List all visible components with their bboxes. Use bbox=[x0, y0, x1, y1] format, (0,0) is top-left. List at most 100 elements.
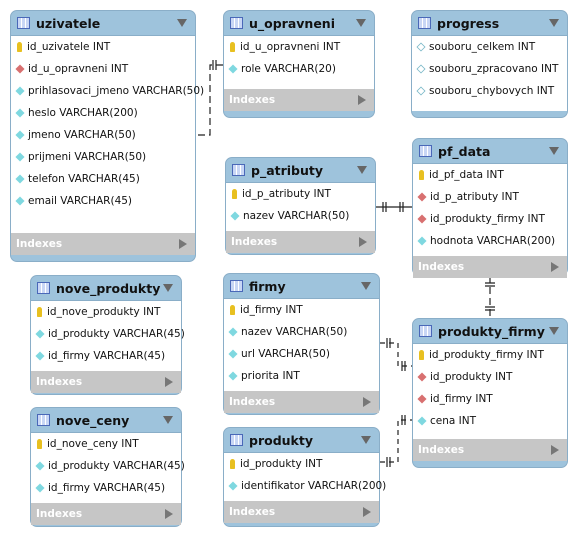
indexes-section[interactable]: Indexes bbox=[226, 231, 375, 253]
collapse-toggle-icon[interactable] bbox=[357, 166, 367, 174]
column-row[interactable]: id_pf_data INT bbox=[413, 164, 567, 186]
table-progress[interactable]: progress souboru_celkem INT souboru_zpra… bbox=[411, 10, 568, 118]
column-label: id_produkty_firmy INT bbox=[430, 213, 545, 225]
column-label: jmeno VARCHAR(50) bbox=[28, 129, 136, 141]
table-icon bbox=[230, 280, 243, 292]
table-nove-ceny[interactable]: nove_ceny id_nove_ceny INT id_produkty V… bbox=[30, 407, 185, 527]
column-row[interactable]: id_u_opravneni INT bbox=[224, 36, 374, 58]
table-pf-data[interactable]: pf_data id_pf_data INT id_p_atributy INT… bbox=[412, 138, 568, 278]
table-produkty[interactable]: produkty id_produkty INT identifikator V… bbox=[223, 427, 386, 527]
table-produkty-firmy[interactable]: produkty_firmy id_produkty_firmy INT id_… bbox=[412, 318, 568, 468]
column-row[interactable]: id_nove_ceny INT bbox=[31, 433, 181, 455]
expand-arrow-icon[interactable] bbox=[165, 377, 173, 387]
table-header[interactable]: uzivatele bbox=[11, 11, 195, 35]
collapse-toggle-icon[interactable] bbox=[177, 19, 187, 27]
collapse-toggle-icon[interactable] bbox=[549, 327, 559, 335]
column-row[interactable]: id_nove_produkty INT bbox=[31, 301, 181, 323]
column-row[interactable]: id_firmy VARCHAR(45) bbox=[31, 345, 181, 367]
indexes-section[interactable]: Indexes bbox=[31, 371, 181, 393]
column-row[interactable]: telefon VARCHAR(45) bbox=[11, 168, 195, 190]
collapse-toggle-icon[interactable] bbox=[549, 19, 559, 27]
link-firmy-produkty-firmy bbox=[380, 342, 412, 367]
indexes-label: Indexes bbox=[229, 396, 276, 408]
column-row[interactable]: id_firmy VARCHAR(45) bbox=[31, 477, 181, 499]
table-u-opravneni[interactable]: u_opravneni id_u_opravneni INT role VARC… bbox=[223, 10, 375, 118]
column-row[interactable]: id_produkty_firmy INT bbox=[413, 208, 567, 230]
column-row[interactable]: souboru_zpracovano INT bbox=[412, 58, 567, 80]
collapse-toggle-icon[interactable] bbox=[361, 282, 371, 290]
expand-arrow-icon[interactable] bbox=[359, 237, 367, 247]
collapse-toggle-icon[interactable] bbox=[163, 284, 173, 292]
column-row[interactable]: role VARCHAR(20) bbox=[224, 58, 374, 80]
table-header[interactable]: nove_ceny bbox=[31, 408, 181, 432]
table-p-atributy[interactable]: p_atributy id_p_atributy INT nazev VARCH… bbox=[225, 157, 376, 255]
table-header[interactable]: produkty_firmy bbox=[413, 319, 567, 343]
column-row[interactable]: url VARCHAR(50) bbox=[224, 343, 379, 365]
collapse-toggle-icon[interactable] bbox=[163, 416, 173, 424]
indexes-section[interactable]: Indexes bbox=[224, 89, 374, 111]
column-row[interactable]: souboru_chybovych INT bbox=[412, 80, 567, 102]
primary-key-icon bbox=[419, 350, 424, 360]
column-row[interactable]: id_produkty VARCHAR(45) bbox=[31, 455, 185, 477]
column-row[interactable]: heslo VARCHAR(200) bbox=[11, 102, 195, 124]
column-row[interactable]: nazev VARCHAR(50) bbox=[224, 321, 379, 343]
collapse-toggle-icon[interactable] bbox=[361, 436, 371, 444]
column-row[interactable]: id_firmy INT bbox=[413, 388, 567, 410]
column-row[interactable]: id_p_atributy INT bbox=[226, 183, 375, 205]
expand-arrow-icon[interactable] bbox=[363, 507, 371, 517]
column-row[interactable]: id_p_atributy INT bbox=[413, 186, 567, 208]
collapse-toggle-icon[interactable] bbox=[356, 19, 366, 27]
indexes-section[interactable]: Indexes bbox=[224, 501, 379, 523]
column-row[interactable]: prijmeni VARCHAR(50) bbox=[11, 146, 195, 168]
indexes-section[interactable]: Indexes bbox=[11, 233, 195, 255]
indexes-section[interactable]: Indexes bbox=[413, 439, 567, 461]
primary-key-icon bbox=[37, 439, 42, 449]
expand-arrow-icon[interactable] bbox=[363, 397, 371, 407]
column-row[interactable]: id_produkty INT bbox=[413, 366, 567, 388]
column-label: id_produkty_firmy INT bbox=[429, 349, 544, 361]
column-row[interactable]: identifikator VARCHAR(200) bbox=[224, 475, 386, 497]
expand-arrow-icon[interactable] bbox=[165, 509, 173, 519]
column-row[interactable]: hodnota VARCHAR(200) bbox=[413, 230, 567, 252]
table-uzivatele[interactable]: uzivatele id_uzivatele INT id_u_opravnen… bbox=[10, 10, 204, 262]
table-nove-produkty[interactable]: nove_produkty id_nove_produkty INT id_pr… bbox=[30, 275, 185, 395]
column-row[interactable]: priorita INT bbox=[224, 365, 379, 387]
collapse-toggle-icon[interactable] bbox=[549, 147, 559, 155]
column-row[interactable]: id_u_opravneni INT bbox=[11, 58, 195, 80]
column-row[interactable]: id_uzivatele INT bbox=[11, 36, 195, 58]
column-row[interactable]: id_produkty_firmy INT bbox=[413, 344, 567, 366]
expand-arrow-icon[interactable] bbox=[179, 239, 187, 249]
expand-arrow-icon[interactable] bbox=[551, 262, 559, 272]
column-row[interactable]: cena INT bbox=[413, 410, 567, 432]
table-header[interactable]: firmy bbox=[224, 274, 379, 298]
column-label: telefon VARCHAR(45) bbox=[28, 173, 140, 185]
column-row[interactable]: id_produkty INT bbox=[224, 453, 379, 475]
indexes-section[interactable]: Indexes bbox=[31, 503, 181, 525]
table-firmy[interactable]: firmy id_firmy INT nazev VARCHAR(50) url… bbox=[223, 273, 380, 415]
column-row[interactable]: souboru_celkem INT bbox=[412, 36, 567, 58]
column-row[interactable]: id_produkty VARCHAR(45) bbox=[31, 323, 185, 345]
link-produkty-produkty-firmy bbox=[380, 419, 412, 463]
column-row[interactable]: prihlasovaci_jmeno VARCHAR(50) bbox=[11, 80, 204, 102]
expand-arrow-icon[interactable] bbox=[358, 95, 366, 105]
indexes-section[interactable]: Indexes bbox=[224, 391, 379, 413]
column-label: id_firmy VARCHAR(45) bbox=[48, 482, 166, 494]
table-header[interactable]: p_atributy bbox=[226, 158, 375, 182]
column-label: heslo VARCHAR(200) bbox=[28, 107, 138, 119]
column-row[interactable]: nazev VARCHAR(50) bbox=[226, 205, 375, 227]
table-header[interactable]: pf_data bbox=[413, 139, 567, 163]
indexes-section[interactable]: Indexes bbox=[413, 256, 567, 278]
table-header[interactable]: progress bbox=[412, 11, 567, 35]
table-header[interactable]: nove_produkty bbox=[31, 276, 181, 300]
column-icon bbox=[15, 86, 25, 96]
column-icon bbox=[15, 196, 25, 206]
table-header[interactable]: u_opravneni bbox=[224, 11, 374, 35]
column-row[interactable]: email VARCHAR(45) bbox=[11, 190, 195, 212]
expand-arrow-icon[interactable] bbox=[551, 445, 559, 455]
primary-key-icon bbox=[230, 305, 235, 315]
column-row[interactable]: id_firmy INT bbox=[224, 299, 379, 321]
table-header[interactable]: produkty bbox=[224, 428, 379, 452]
column-label: priorita INT bbox=[241, 370, 300, 382]
column-list: id_nove_ceny INT id_produkty VARCHAR(45)… bbox=[31, 432, 185, 503]
column-row[interactable]: jmeno VARCHAR(50) bbox=[11, 124, 195, 146]
